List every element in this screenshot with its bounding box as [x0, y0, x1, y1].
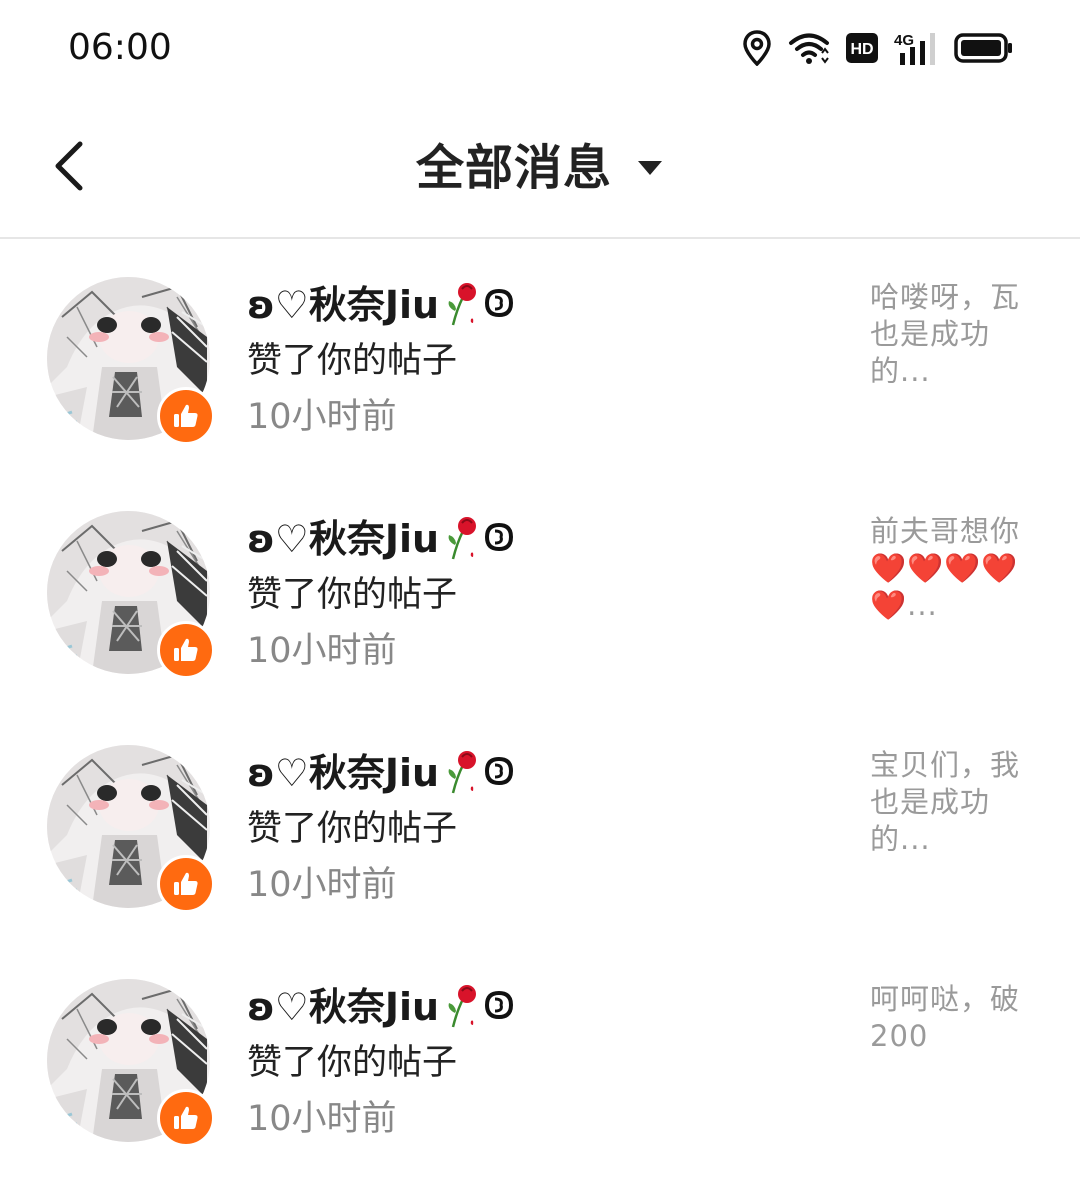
name-row: ʚ♡秋奈Jiu: [247, 277, 807, 333]
post-preview[interactable]: 宝贝们，我也是成功的...: [870, 747, 1030, 858]
name-row: ʚ♡秋奈Jiu: [247, 745, 807, 801]
message-item[interactable]: ʚ♡秋奈Jiu 赞了你的帖子: [0, 241, 1080, 475]
timestamp: 10小时前: [247, 631, 397, 671]
network-label: 4G: [894, 32, 914, 49]
action-text: 赞了你的帖子: [247, 341, 458, 381]
message-body: ʚ♡秋奈Jiu 赞了你的帖子 10小时前: [247, 979, 807, 1147]
avatar[interactable]: [47, 277, 215, 445]
hd-icon: HD: [846, 33, 878, 63]
like-badge: [157, 387, 215, 445]
wifi-icon: [788, 31, 830, 65]
user-name: ʚ♡秋奈Jiu: [247, 985, 440, 1029]
thumbs-up-icon: [174, 404, 198, 427]
like-badge: [157, 855, 215, 913]
action-text: 赞了你的帖子: [247, 575, 458, 615]
action-text: 赞了你的帖子: [247, 809, 458, 849]
message-body: ʚ♡秋奈Jiu 赞了你的帖子 10小时前: [247, 277, 807, 445]
avatar[interactable]: [47, 511, 215, 679]
cat-face-icon: [483, 989, 515, 1025]
location-icon: [742, 30, 772, 66]
cat-face-icon: [483, 755, 515, 791]
thumbs-up-icon: [174, 638, 198, 661]
timestamp: 10小时前: [247, 397, 397, 437]
name-row: ʚ♡秋奈Jiu: [247, 511, 807, 567]
status-icons: HD 4G: [742, 30, 1014, 66]
user-name: ʚ♡秋奈Jiu: [247, 751, 440, 795]
message-item[interactable]: ʚ♡秋奈Jiu 赞了你的帖子: [0, 943, 1080, 1177]
timestamp: 10小时前: [247, 865, 397, 905]
cat-face-icon: [483, 521, 515, 557]
timestamp: 10小时前: [247, 1099, 397, 1139]
rose-icon: [443, 279, 479, 331]
triangle-down-icon: [638, 161, 662, 175]
status-time: 06:00: [68, 27, 172, 68]
avatar[interactable]: [47, 745, 215, 913]
message-list: ʚ♡秋奈Jiu 赞了你的帖子 10小时前 哈喽呀，瓦也是成功的... ʚ♡秋奈J…: [0, 241, 1080, 1177]
page-title: 全部消息: [415, 140, 612, 196]
battery-icon: [954, 33, 1014, 63]
rose-icon: [443, 981, 479, 1033]
title-dropdown[interactable]: 全部消息: [0, 136, 1080, 200]
hd-label: HD: [850, 41, 873, 58]
rose-icon: [443, 513, 479, 565]
post-preview[interactable]: 前夫哥想你❤️❤️❤️❤️❤️...: [870, 513, 1030, 624]
like-badge: [157, 1089, 215, 1147]
signal-4g-icon: 4G: [894, 31, 938, 65]
header: 全部消息: [0, 96, 1080, 239]
rose-icon: [443, 747, 479, 799]
message-item[interactable]: ʚ♡秋奈Jiu 赞了你的帖子: [0, 475, 1080, 709]
message-body: ʚ♡秋奈Jiu 赞了你的帖子 10小时前: [247, 745, 807, 913]
thumbs-up-icon: [174, 872, 198, 895]
name-row: ʚ♡秋奈Jiu: [247, 979, 807, 1035]
action-text: 赞了你的帖子: [247, 1043, 458, 1083]
thumbs-up-icon: [174, 1106, 198, 1129]
status-bar: 06:00 HD 4G: [0, 0, 1080, 96]
cat-face-icon: [483, 287, 515, 323]
post-preview[interactable]: 呵呵哒，破200: [870, 981, 1030, 1055]
user-name: ʚ♡秋奈Jiu: [247, 283, 440, 327]
post-preview[interactable]: 哈喽呀，瓦也是成功的...: [870, 279, 1030, 390]
avatar[interactable]: [47, 979, 215, 1147]
message-item[interactable]: ʚ♡秋奈Jiu 赞了你的帖子: [0, 709, 1080, 943]
like-badge: [157, 621, 215, 679]
user-name: ʚ♡秋奈Jiu: [247, 517, 440, 561]
message-body: ʚ♡秋奈Jiu 赞了你的帖子 10小时前: [247, 511, 807, 679]
